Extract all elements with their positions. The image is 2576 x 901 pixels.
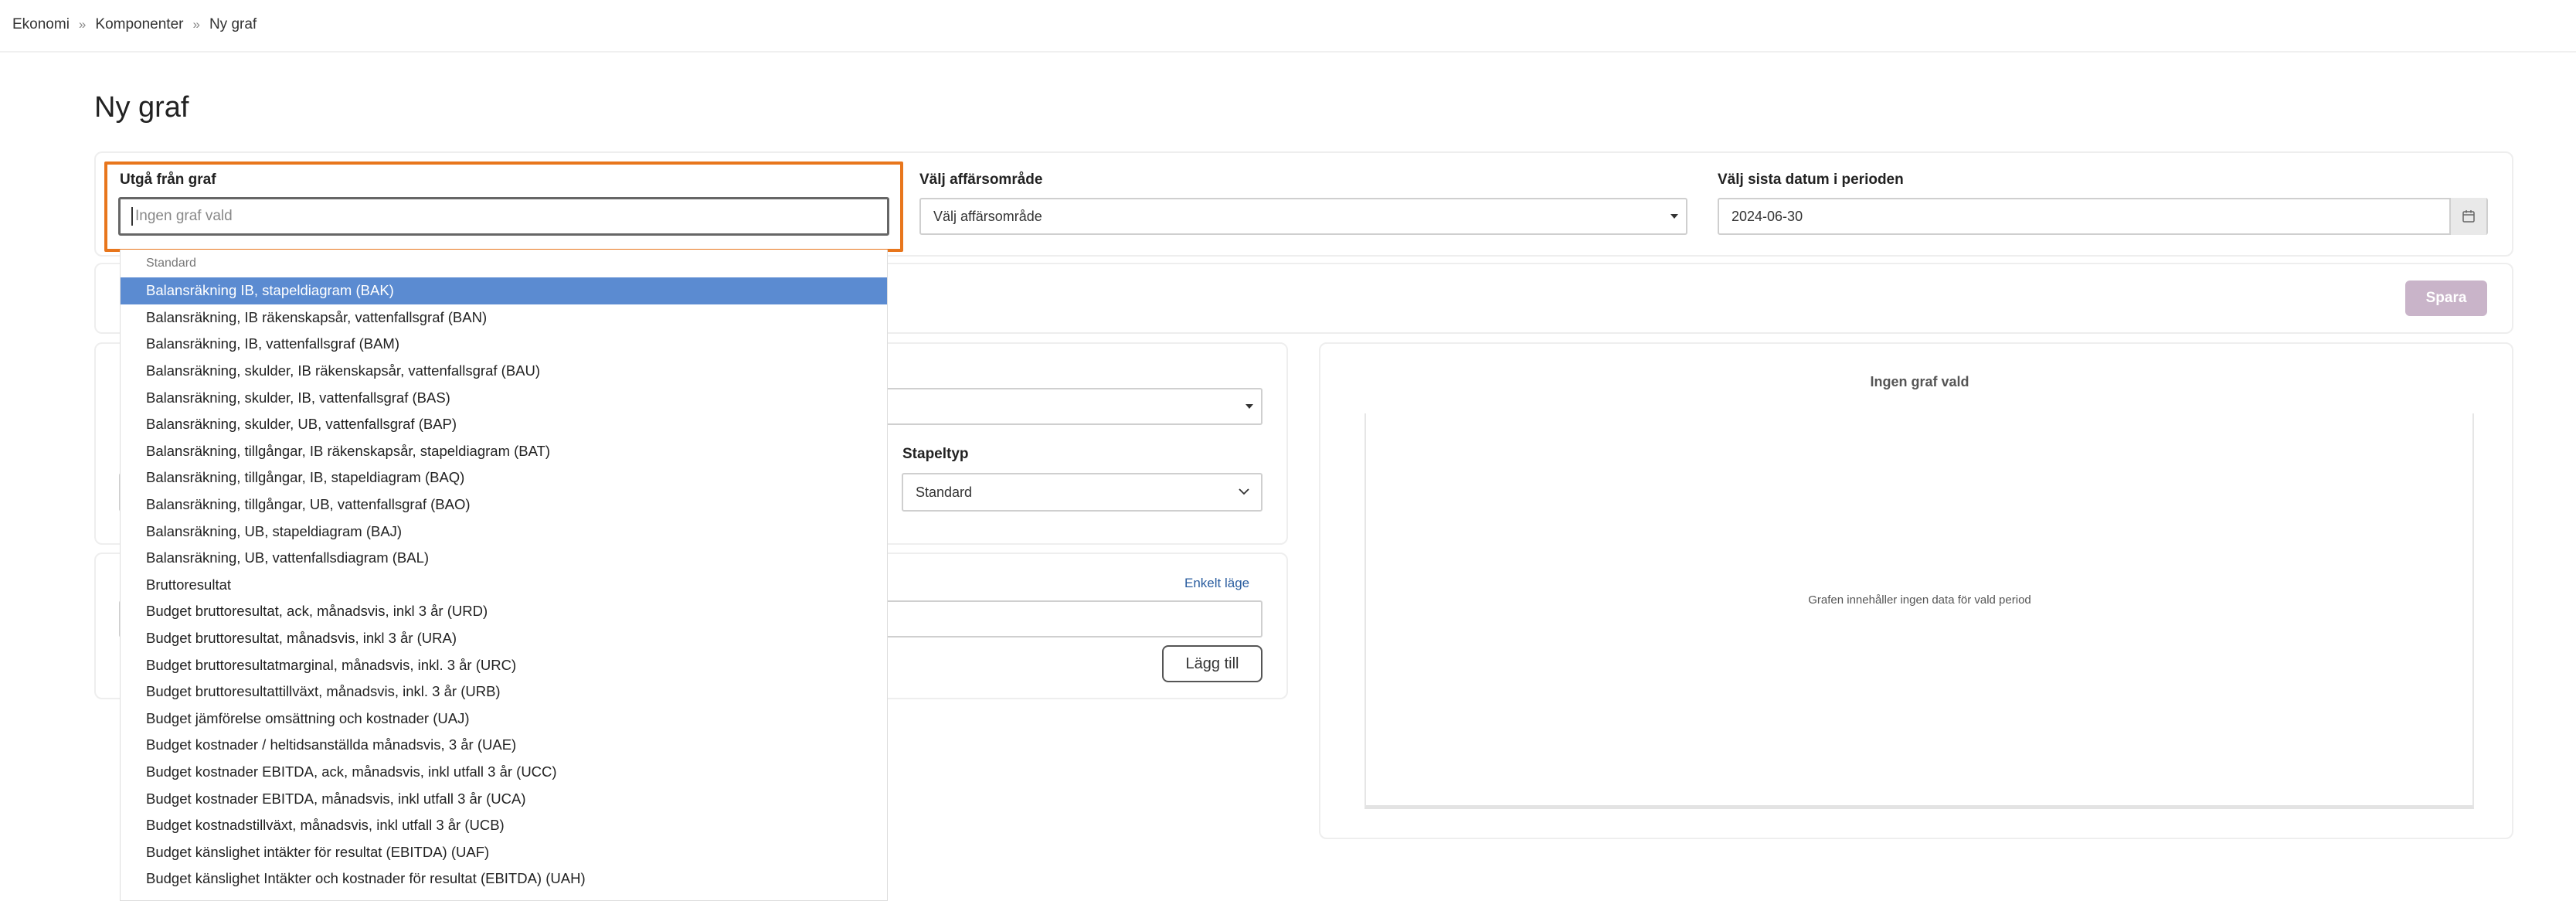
dropdown-option[interactable]: Balansräkning, UB, vattenfallsdiagram (B… <box>121 545 887 572</box>
dropdown-option[interactable]: Budget bruttoresultat, månadsvis, inkl 3… <box>121 625 887 652</box>
page-title: Ny graf <box>94 91 189 124</box>
bar-type-label: Stapeltyp <box>902 446 969 462</box>
end-date-input[interactable]: 2024-06-30 <box>1718 198 2488 235</box>
text-cursor <box>131 207 133 226</box>
dropdown-option[interactable]: Budget kostnadstillväxt, månadsvis, inkl… <box>121 812 887 839</box>
dropdown-option[interactable]: Balansräkning, IB räkenskapsår, vattenfa… <box>121 304 887 332</box>
end-date-label: Välj sista datum i perioden <box>1718 172 1904 188</box>
dropdown-option[interactable]: Budget kostnader EBITDA, månadsvis, inkl… <box>121 785 887 812</box>
single-mode-link[interactable]: Enkelt läge <box>1184 576 1249 591</box>
breadcrumb-item-ekonomi[interactable]: Ekonomi <box>12 16 70 33</box>
dropdown-group-label: Standard <box>146 257 196 270</box>
bar-type-value: Standard <box>916 484 973 500</box>
chart-area <box>1364 413 2474 809</box>
dropdown-option-list: Balansräkning IB, stapeldiagram (BAK) Bal… <box>121 277 887 892</box>
dropdown-option[interactable]: Budget känslighet Intäkter och kostnader… <box>121 865 887 892</box>
dropdown-option[interactable]: Budget jämförelse omsättning och kostnad… <box>121 706 887 733</box>
dropdown-option[interactable]: Budget känslighet intäkter för resultat … <box>121 838 887 865</box>
dropdown-option[interactable]: Balansräkning, UB, stapeldiagram (BAJ) <box>121 518 887 545</box>
breadcrumb: Ekonomi » Komponenter » Ny graf <box>12 14 257 36</box>
settings-select[interactable] <box>865 388 1263 425</box>
add-button[interactable]: Lägg till <box>1162 645 1263 682</box>
dropdown-option[interactable]: Budget bruttoresultatmarginal, månadsvis… <box>121 651 887 678</box>
dropdown-option[interactable]: Balansräkning, tillgångar, IB räkenskaps… <box>121 438 887 465</box>
breadcrumb-separator: » <box>192 17 200 32</box>
calendar-icon <box>2462 210 2475 223</box>
dropdown-option[interactable]: Balansräkning, skulder, IB räkenskapsår,… <box>121 358 887 385</box>
business-area-label: Välj affärsområde <box>919 172 1043 188</box>
dropdown-option[interactable]: Budget bruttoresultattillväxt, månadsvis… <box>121 678 887 706</box>
dropdown-option[interactable]: Balansräkning IB, stapeldiagram (BAK) <box>121 277 887 304</box>
calendar-button[interactable] <box>2449 198 2486 235</box>
breadcrumb-item-current: Ny graf <box>209 16 257 32</box>
dropdown-option[interactable]: Balansräkning, IB, vattenfallsgraf (BAM) <box>121 331 887 358</box>
bar-type-select[interactable]: Standard <box>902 473 1263 512</box>
save-button[interactable]: Spara <box>2405 280 2487 316</box>
dropdown-option[interactable]: Balansräkning, tillgångar, UB, vattenfal… <box>121 491 887 518</box>
caret-down-icon <box>1670 214 1678 219</box>
base-graph-search-input[interactable]: Ingen graf vald <box>118 197 889 236</box>
dropdown-option[interactable]: Bruttoresultat <box>121 572 887 599</box>
header-divider <box>0 51 2576 53</box>
preview-title: Ingen graf vald <box>1870 374 1969 389</box>
end-date-value: 2024-06-30 <box>1731 208 1803 224</box>
base-graph-placeholder: Ingen graf vald <box>135 208 233 224</box>
series-input[interactable] <box>865 600 1263 638</box>
caret-down-icon <box>1246 404 1253 409</box>
breadcrumb-item-komponenter[interactable]: Komponenter <box>95 16 183 33</box>
base-graph-dropdown: Standard Balansräkning IB, stapeldiagram… <box>120 250 888 901</box>
empty-chart-message: Grafen innehåller ingen data för vald pe… <box>1808 593 2031 607</box>
breadcrumb-separator: » <box>78 17 87 32</box>
dropdown-option[interactable]: Balansräkning, tillgångar, IB, stapeldia… <box>121 464 887 491</box>
dropdown-option[interactable]: Budget kostnader / heltidsanställda måna… <box>121 732 887 759</box>
dropdown-option[interactable]: Balansräkning, skulder, UB, vattenfallsg… <box>121 411 887 438</box>
dropdown-option[interactable]: Budget bruttoresultat, ack, månadsvis, i… <box>121 598 887 625</box>
dropdown-option[interactable]: Budget kostnader EBITDA, ack, månadsvis,… <box>121 759 887 786</box>
business-area-select[interactable]: Välj affärsområde <box>919 198 1687 235</box>
dropdown-option[interactable]: Balansräkning, skulder, IB, vattenfallsg… <box>121 384 887 411</box>
chevron-down-icon <box>1239 488 1249 495</box>
business-area-value: Välj affärsområde <box>933 208 1042 224</box>
